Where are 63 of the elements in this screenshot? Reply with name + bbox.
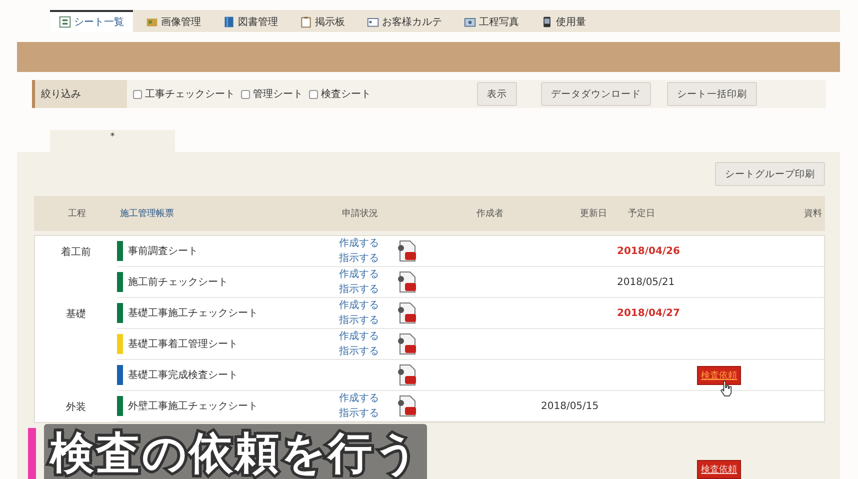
- caption-marker: [28, 428, 36, 479]
- sheet-name: 事前調査シート: [128, 244, 198, 258]
- action-link[interactable]: 作成する: [339, 298, 379, 313]
- pdf-file-icon[interactable]: [397, 395, 417, 417]
- filter-label: 絞り込み: [32, 80, 127, 108]
- toolbar-button[interactable]: データダウンロード: [541, 82, 651, 106]
- pdf-file-icon[interactable]: [397, 302, 417, 324]
- action-link[interactable]: 指示する: [339, 282, 379, 297]
- column-header: 資料: [803, 208, 823, 220]
- action-link[interactable]: 指示する: [339, 406, 379, 421]
- nav-tab[interactable]: 図書管理: [214, 10, 287, 32]
- column-header: 作成者: [476, 208, 504, 220]
- group-print-button[interactable]: シートグループ印刷: [715, 162, 825, 186]
- action-link[interactable]: 作成する: [339, 236, 379, 251]
- filter-checkbox[interactable]: 管理シート: [241, 87, 303, 101]
- updated-date: 2018/05/15: [541, 400, 599, 412]
- due-date: 2018/04/26: [616, 246, 680, 256]
- column-header: 更新日: [579, 208, 608, 220]
- action-link[interactable]: 作成する: [339, 391, 379, 406]
- action-link[interactable]: 指示する: [339, 251, 379, 266]
- sheet-name: 基礎工事完成検査シート: [128, 368, 238, 382]
- action-link[interactable]: 指示する: [339, 344, 379, 359]
- process-cell-text: 基礎: [66, 308, 86, 320]
- group-tab[interactable]: *: [50, 130, 175, 152]
- nav-tab[interactable]: シート一覧: [50, 10, 133, 32]
- sheet-name: 基礎工事施工チェックシート: [128, 306, 258, 320]
- due-date: 2018/04/27: [616, 308, 680, 318]
- action-link[interactable]: 指示する: [339, 313, 379, 328]
- book-icon: [223, 16, 235, 28]
- pdf-file-icon[interactable]: [397, 271, 417, 293]
- toolbar-button[interactable]: シート一括印刷: [667, 82, 757, 106]
- nav-tab[interactable]: お客様カルテ: [358, 10, 451, 32]
- filter-checkbox[interactable]: 検査シート: [309, 87, 371, 101]
- clipboard-icon: [300, 16, 312, 28]
- column-header[interactable]: 施工管理帳票: [116, 207, 338, 220]
- pdf-file-icon[interactable]: [397, 240, 417, 262]
- video-caption: 検査の依頼を行う: [44, 424, 427, 479]
- column-header: 申請状況: [341, 208, 379, 220]
- inspection-request-button[interactable]: 検査依頼: [697, 460, 741, 479]
- process-cell-text: 外装: [66, 400, 86, 414]
- filter-checkbox[interactable]: 工事チェックシート: [133, 87, 235, 101]
- action-link[interactable]: 作成する: [339, 267, 379, 282]
- nav-tab[interactable]: 画像管理: [137, 10, 210, 32]
- pdf-file-icon[interactable]: [397, 364, 417, 386]
- sheet-name: 外壁工事施工チェックシート: [128, 400, 258, 413]
- nav-tab[interactable]: 工程写真: [455, 10, 528, 32]
- column-header[interactable]: 工程: [34, 207, 116, 220]
- hand-cursor-icon: [720, 380, 733, 397]
- action-link[interactable]: 作成する: [339, 329, 379, 344]
- pdf-file-icon[interactable]: [397, 333, 417, 355]
- sheet-list-icon: [59, 16, 71, 28]
- picture-icon: [146, 16, 158, 28]
- sheet-name: 基礎工事着工管理シート: [128, 338, 238, 351]
- nav-tab[interactable]: 掲示板: [291, 10, 354, 32]
- phone-icon: [541, 16, 553, 28]
- nav-tab[interactable]: 使用量: [532, 10, 595, 32]
- toolbar-button[interactable]: 表示: [477, 82, 517, 106]
- sheet-name: 施工前チェックシート: [128, 276, 228, 289]
- column-header: 予定日: [627, 208, 656, 220]
- id-card-icon: [367, 16, 379, 28]
- due-date: 2018/05/21: [616, 276, 675, 288]
- process-cell-text: 着工前: [61, 246, 91, 258]
- camera-photo-icon: [464, 16, 476, 28]
